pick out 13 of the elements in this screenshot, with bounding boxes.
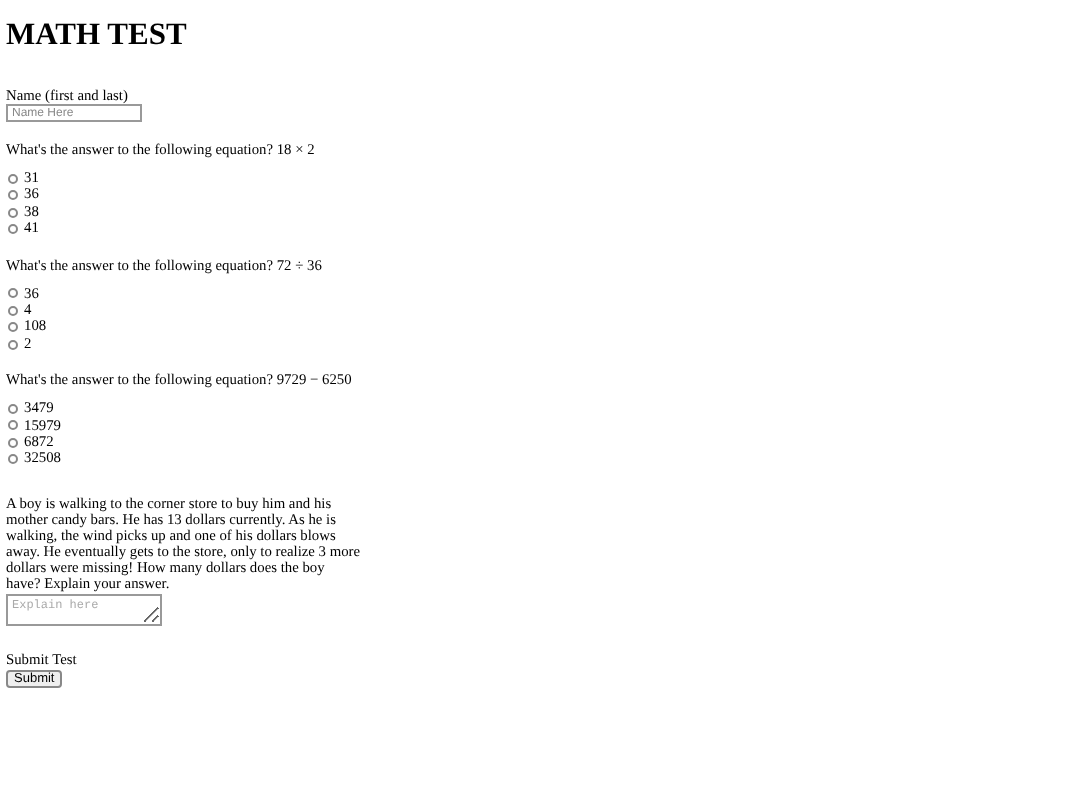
radio-button[interactable]	[8, 305, 18, 316]
radio-button[interactable]	[8, 322, 18, 333]
radio-button[interactable]	[8, 403, 18, 414]
radio-button[interactable]	[8, 207, 18, 218]
radio-button[interactable]	[8, 454, 18, 465]
radio-button[interactable]	[8, 420, 18, 431]
radio-button[interactable]	[8, 437, 18, 448]
radio-button[interactable]	[8, 223, 18, 234]
radio-button[interactable]	[8, 288, 18, 299]
radio-button[interactable]	[8, 339, 18, 350]
radio-button[interactable]	[8, 190, 18, 201]
page-title: MATH TEST	[6, 18, 189, 54]
radio-button[interactable]	[8, 173, 18, 184]
